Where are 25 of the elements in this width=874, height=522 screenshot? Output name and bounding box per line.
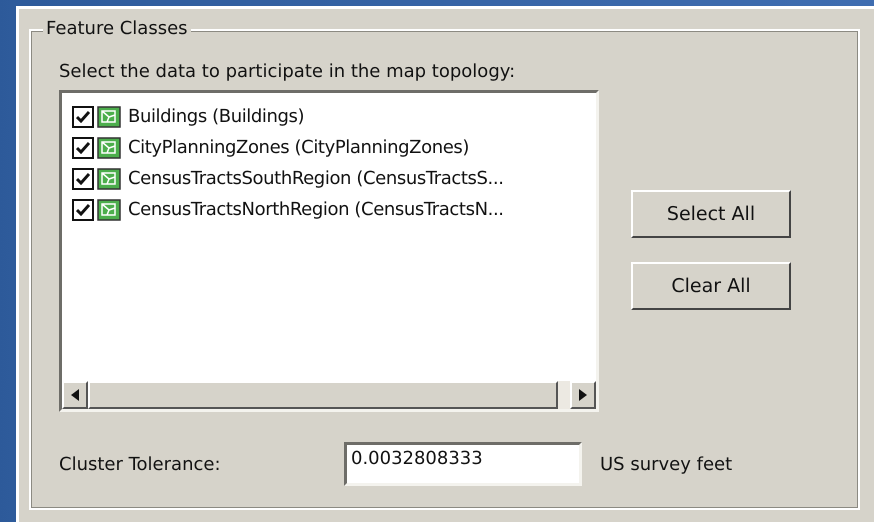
feature-class-icon [97, 168, 121, 190]
list-item[interactable]: CensusTractsSouthRegion (CensusTractsS... [128, 168, 504, 189]
feature-class-icon [97, 106, 121, 128]
field-label: Cluster Tolerance: [59, 454, 222, 474]
tolerance-field[interactable]: 0.0032808333 [344, 442, 582, 486]
list-item[interactable]: CityPlanningZones (CityPlanningZones) [128, 137, 470, 158]
checkbox[interactable] [72, 198, 94, 220]
scroll-right-icon[interactable] [570, 381, 596, 409]
feature-class-icon [97, 136, 121, 158]
feature-class-icon [97, 198, 121, 220]
checkmark-icon [76, 142, 90, 154]
checkbox[interactable] [72, 136, 94, 158]
checkbox[interactable] [72, 106, 94, 128]
list-box[interactable]: Buildings (Buildings) CityPlanningZones (CityPlanningZones) CensusTractsSouthRegion (CensusTractsS... CensusTractsNorthRegion (CensusTractsN... [59, 90, 599, 412]
checkmark-icon [76, 110, 90, 122]
list-item[interactable]: Buildings (Buildings) [128, 106, 304, 127]
action-button[interactable]: Select All [631, 190, 791, 238]
scroll-left-icon[interactable] [62, 381, 88, 409]
checkmark-icon [76, 172, 90, 184]
action-button[interactable]: Clear All [631, 262, 791, 310]
list-item[interactable]: CensusTractsNorthRegion (CensusTractsN... [128, 199, 504, 220]
list-label: Select the data to participate in the map topology: [59, 61, 516, 82]
unit-label: US survey feet [600, 454, 732, 474]
checkbox[interactable] [72, 168, 94, 190]
checkmark-icon [76, 204, 90, 216]
